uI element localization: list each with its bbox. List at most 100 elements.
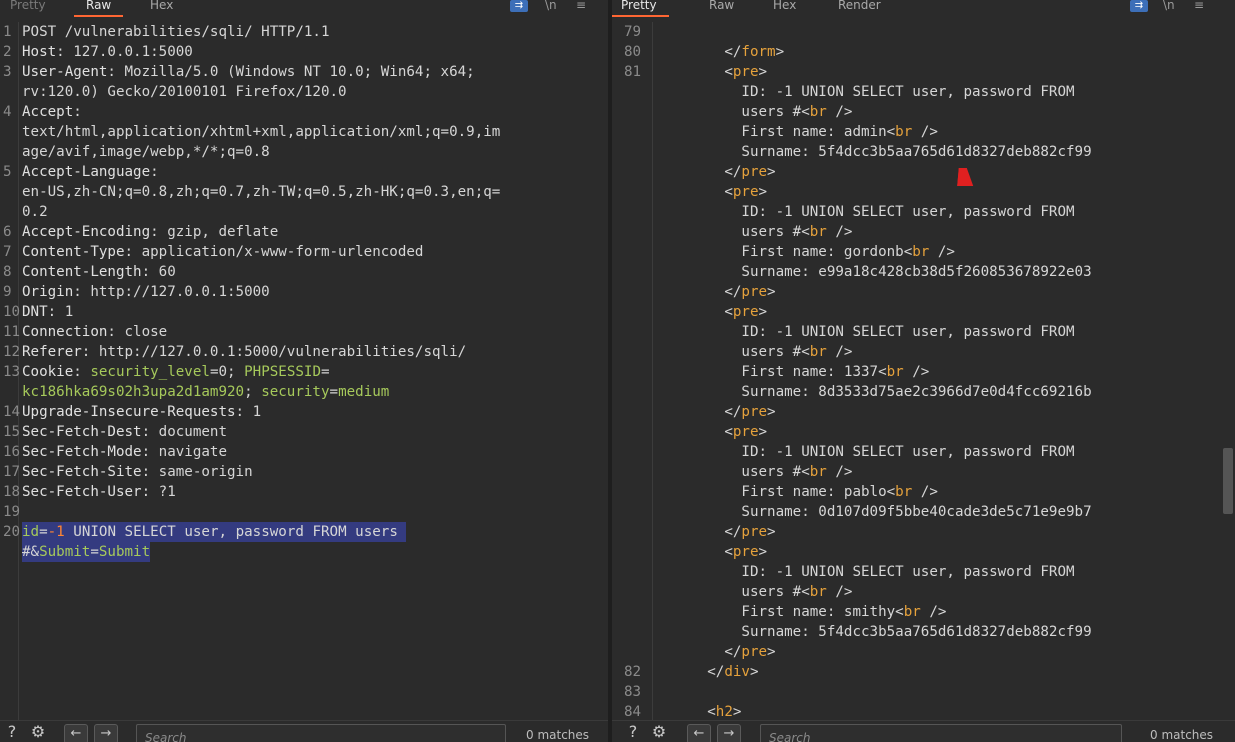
code-text: </pre>	[656, 162, 776, 182]
token: >	[767, 404, 776, 420]
request-line: 18 Sec-Fetch-User: ?1	[0, 482, 608, 502]
token: pre	[732, 64, 759, 80]
code-text: First name: 1337<br />	[656, 362, 929, 382]
request-line: 3 User-Agent: Mozilla/5.0 (Windows NT 10.…	[0, 62, 608, 82]
line-number: 13	[3, 364, 21, 380]
token: Sec-Fetch-Site	[22, 464, 142, 480]
code-text: kc186hka69s02h3upa2d1am920; security=med…	[22, 382, 389, 402]
menu-icon[interactable]: ≡	[1194, 0, 1204, 13]
response-scrollbar[interactable]	[1223, 448, 1233, 514]
line-number: 12	[3, 344, 21, 360]
response-line: users #<br />	[612, 462, 1235, 482]
response-tab-render[interactable]: Render	[838, 0, 881, 18]
token: Referer	[22, 344, 82, 360]
response-line: First name: 1337<br />	[612, 362, 1235, 382]
code-text: Surname: 5f4dcc3b5aa765d61d8327deb882cf9…	[656, 142, 1091, 162]
request-line: #&Submit=Submit	[0, 542, 608, 562]
request-search-field[interactable]	[136, 724, 506, 742]
wrap-lines-icon[interactable]: ⇉	[1130, 0, 1148, 12]
token: br	[809, 584, 827, 600]
code-text: users #<br />	[656, 582, 852, 602]
token: : navigate	[141, 444, 228, 460]
line-number: 20	[3, 524, 21, 540]
token: pre	[741, 284, 768, 300]
token: />	[826, 464, 853, 480]
response-search-bar: ? ⚙ ← → 0 matches	[612, 720, 1235, 742]
request-tab-hex[interactable]: Hex	[150, 0, 173, 18]
response-search-input[interactable]	[761, 725, 1121, 742]
token: : 60	[141, 264, 176, 280]
token: id	[22, 524, 40, 540]
code-text: Content-Length: 60	[22, 262, 176, 282]
response-line: <pre>	[612, 542, 1235, 562]
token: />	[826, 224, 853, 240]
token: <	[656, 304, 733, 320]
token: =0;	[209, 364, 245, 380]
token: br	[886, 364, 904, 380]
token: users #<	[656, 104, 810, 120]
response-line: 83	[612, 682, 1235, 702]
token: : http://127.0.0.1:5000/vulnerabilities/…	[81, 344, 467, 360]
token: >	[767, 164, 776, 180]
token: : http://127.0.0.1:5000	[73, 284, 270, 300]
token: Accept-Encoding	[22, 224, 151, 240]
token: />	[912, 484, 938, 500]
token: h2	[715, 704, 733, 720]
response-line: </pre>	[612, 402, 1235, 422]
code-text: DNT: 1	[22, 302, 73, 322]
token: Submit	[98, 544, 151, 560]
response-tab-raw[interactable]: Raw	[709, 0, 734, 18]
token: >	[758, 424, 768, 440]
request-tab-raw[interactable]: Raw	[73, 0, 124, 18]
menu-icon[interactable]: ≡	[576, 0, 586, 13]
response-line: <pre>	[612, 422, 1235, 442]
newline-icon[interactable]: \n	[545, 0, 557, 13]
token: : close	[107, 324, 168, 340]
token: security_level	[90, 364, 210, 380]
code-text: <pre>	[656, 62, 767, 82]
response-line: ID: -1 UNION SELECT user, password FROM	[612, 442, 1235, 462]
response-pane: Pretty Raw Hex Render ⇉ \n ≡ 79 80 </form…	[612, 0, 1235, 742]
help-icon[interactable]: ?	[623, 723, 643, 742]
token: form	[741, 44, 776, 60]
token: Submit	[39, 544, 91, 560]
back-arrow-icon[interactable]: ←	[64, 724, 88, 742]
help-icon[interactable]: ?	[2, 723, 22, 742]
wrap-lines-icon[interactable]: ⇉	[510, 0, 528, 12]
code-text: ID: -1 UNION SELECT user, password FROM	[656, 562, 1074, 582]
token: >	[758, 544, 768, 560]
response-line: First name: pablo<br />	[612, 482, 1235, 502]
token: <	[656, 184, 733, 200]
code-text: 0.2	[22, 202, 48, 222]
response-tab-pretty[interactable]: Pretty	[612, 0, 669, 18]
code-text: </pre>	[656, 642, 775, 662]
forward-arrow-icon[interactable]: →	[717, 724, 741, 742]
code-text: ID: -1 UNION SELECT user, password FROM	[656, 82, 1074, 102]
response-line: Surname: e99a18c428cb38d5f260853678922e0…	[612, 262, 1235, 282]
back-arrow-icon[interactable]: ←	[687, 724, 711, 742]
token: />	[929, 244, 955, 260]
code-text: ID: -1 UNION SELECT user, password FROM	[656, 322, 1074, 342]
line-number: 84	[624, 704, 642, 720]
request-search-input[interactable]	[137, 725, 505, 742]
request-editor[interactable]: 1 POST /vulnerabilities/sqli/ HTTP/1.1 2 Ho…	[0, 22, 608, 720]
newline-icon[interactable]: \n	[1163, 0, 1175, 13]
token: >	[732, 704, 742, 720]
request-line: 2 Host: 127.0.0.1:5000	[0, 42, 608, 62]
line-number: 7	[3, 244, 12, 260]
forward-arrow-icon[interactable]: →	[94, 724, 118, 742]
response-search-field[interactable]	[760, 724, 1122, 742]
code-text: Surname: e99a18c428cb38d5f260853678922e0…	[656, 262, 1091, 282]
response-line: Surname: 5f4dcc3b5aa765d61d8327deb882cf9…	[612, 142, 1235, 162]
response-line: </pre>	[612, 522, 1235, 542]
response-editor[interactable]: 79 80 </form> 81 <pre> ID: -1 UNION SELECT…	[612, 22, 1235, 720]
response-tab-hex[interactable]: Hex	[773, 0, 796, 18]
token: :	[73, 364, 91, 380]
code-text: </pre>	[656, 402, 776, 422]
token: >	[775, 44, 785, 60]
settings-icon[interactable]: ⚙	[649, 723, 669, 742]
settings-icon[interactable]: ⚙	[28, 723, 48, 742]
request-line: 5 Accept-Language:	[0, 162, 608, 182]
request-tab-pretty[interactable]: Pretty	[10, 0, 46, 18]
request-search-bar: ? ⚙ ← → 0 matches	[0, 720, 608, 742]
